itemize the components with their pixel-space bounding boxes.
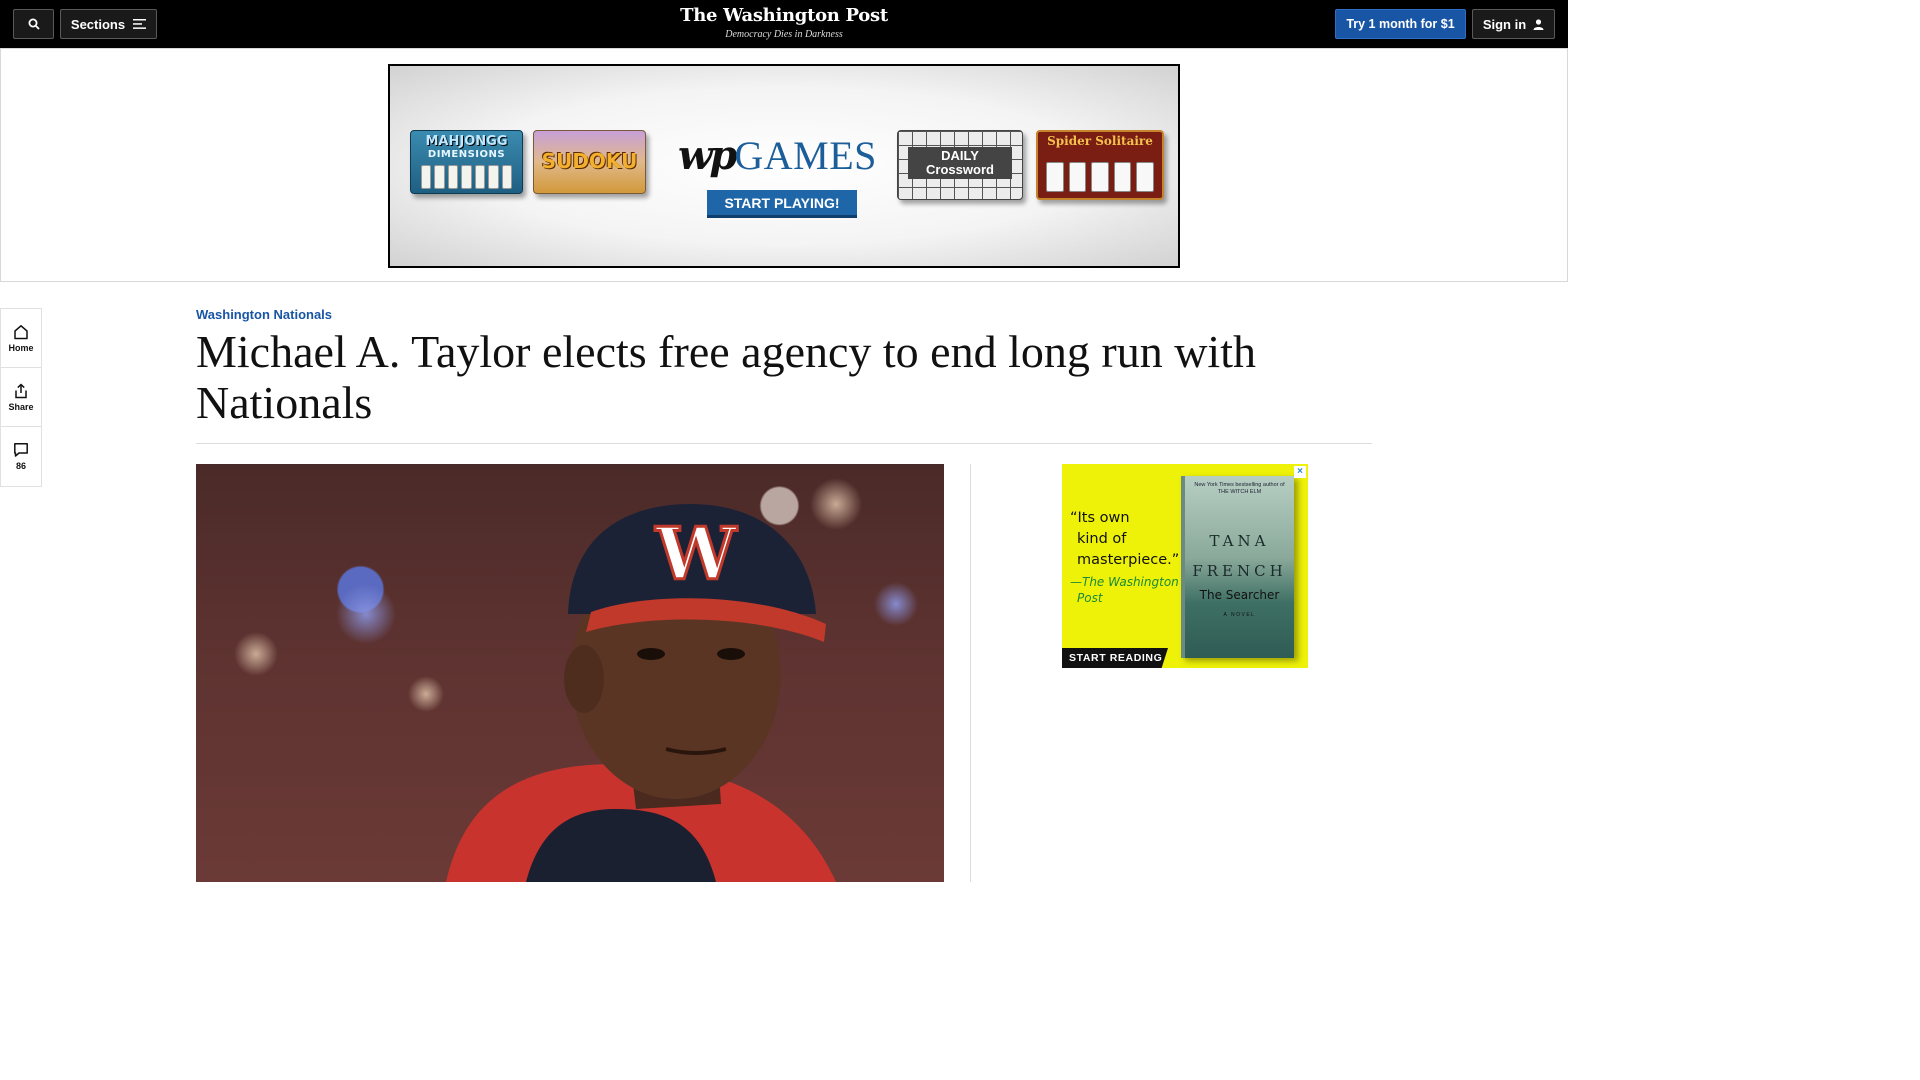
section-kicker-link[interactable]: Washington Nationals (196, 307, 332, 322)
book-title: The Searcher (1199, 588, 1280, 602)
wp-games-ad[interactable]: MAHJONGG DIMENSIONS SUDOKU wpGAMES START… (388, 64, 1180, 268)
share-icon (15, 382, 27, 398)
rail-share-button[interactable]: Share (1, 368, 41, 427)
column-divider (970, 464, 971, 882)
crossword-tile[interactable]: DAILY Crossword (897, 130, 1023, 200)
rail-home-button[interactable]: Home (1, 309, 41, 368)
subscribe-button[interactable]: Try 1 month for $1 (1335, 9, 1466, 39)
games-word: GAMES (734, 133, 877, 178)
wp-mark: wp (678, 132, 737, 179)
sections-label: Sections (70, 16, 126, 32)
ad-attribution-line-2: Post (1077, 591, 1103, 605)
masthead-logo[interactable]: The Washington Post Democracy Dies in Da… (634, 4, 934, 42)
article-headline: Michael A. Taylor elects free agency to … (196, 326, 1256, 428)
top-navigation-bar: Sections The Washington Post Democracy D… (0, 0, 1568, 48)
home-label: Home (8, 342, 34, 353)
ad-quote-line-3: masterpiece.” (1077, 552, 1180, 568)
ad-quote-line-1: “Its own (1070, 510, 1130, 526)
book-cover-image: New York Times bestselling author of THE… (1181, 476, 1294, 658)
ad-quote: “Its own kind of masterpiece.” (1070, 508, 1185, 571)
spider-solitaire-tile[interactable]: Spider Solitaire (1036, 130, 1164, 200)
crossword-title: DAILY Crossword (908, 147, 1012, 179)
share-label: Share (8, 401, 34, 412)
sidebar-book-ad[interactable]: “Its own kind of masterpiece.” —The Wash… (1062, 464, 1308, 668)
search-button[interactable] (13, 9, 54, 39)
logo-text: The Washington Post (680, 5, 888, 26)
headline-divider (196, 443, 1372, 444)
tagline: Democracy Dies in Darkness (725, 29, 843, 40)
sections-button[interactable]: Sections (60, 9, 157, 39)
book-author-first: TANA (1209, 532, 1270, 550)
ad-attribution: —The Washington Post (1070, 574, 1185, 606)
left-action-rail: Home Share 86 (0, 308, 42, 487)
user-icon (1533, 18, 1544, 30)
sign-in-label: Sign in (1482, 16, 1527, 32)
sudoku-title: SUDOKU (541, 149, 638, 173)
start-reading-button[interactable]: START READING (1062, 648, 1168, 668)
mahjongg-tile[interactable]: MAHJONGG DIMENSIONS (410, 130, 523, 194)
book-author-last: FRENCH (1192, 562, 1287, 580)
svg-text:W: W (655, 511, 738, 596)
comment-icon (14, 443, 28, 457)
mahjongg-pieces (421, 165, 512, 189)
mahjongg-title: MAHJONGG (425, 134, 508, 149)
lead-photo: W (196, 464, 944, 882)
sign-in-button[interactable]: Sign in (1472, 9, 1555, 39)
search-icon (28, 18, 40, 30)
ad-close-icon[interactable]: × (1294, 466, 1306, 478)
book-novel-label: A NOVEL (1223, 612, 1256, 618)
spider-title: Spider Solitaire (1047, 134, 1153, 148)
start-playing-button[interactable]: START PLAYING! (707, 190, 857, 218)
mahjongg-subtitle: DIMENSIONS (427, 149, 506, 160)
ad-attribution-line-1: —The Washington (1070, 575, 1179, 589)
menu-icon (133, 19, 147, 29)
comments-count: 86 (15, 461, 26, 471)
book-author: TANA FRENCH (1185, 526, 1294, 586)
home-icon (14, 324, 28, 339)
rail-comments-button[interactable]: 86 (1, 427, 41, 486)
lead-photo-illustration: W (234, 478, 918, 882)
spider-cards (1046, 162, 1154, 192)
book-blurb: New York Times bestselling author of THE… (1194, 482, 1285, 495)
wp-games-logo: wpGAMES (678, 132, 876, 187)
ad-quote-line-2: kind of (1077, 531, 1127, 547)
sudoku-tile[interactable]: SUDOKU (533, 130, 646, 194)
